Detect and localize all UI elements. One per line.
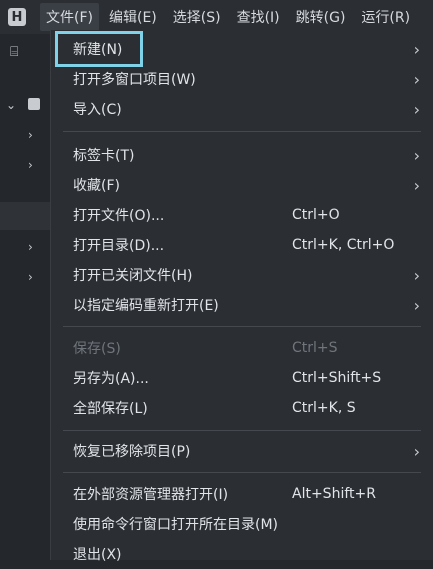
chevron-right-icon: ›: [413, 265, 420, 285]
menu-item-label: 打开文件(O)...: [73, 208, 165, 224]
menu-item-open-multi-window[interactable]: 打开多窗口项目(W) ›: [51, 64, 433, 94]
chevron-right-icon[interactable]: ›: [28, 158, 33, 172]
chevron-right-icon[interactable]: ›: [28, 240, 33, 254]
menu-item-reopen-encoding[interactable]: 以指定编码重新打开(E) ›: [51, 290, 433, 320]
menu-separator: [63, 472, 421, 473]
chevron-right-icon: ›: [413, 145, 420, 165]
chevron-right-icon: ›: [413, 99, 420, 119]
menu-select[interactable]: 选择(S): [167, 3, 227, 31]
menu-item-save-as[interactable]: 另存为(A)... Ctrl+Shift+S: [51, 363, 433, 393]
chevron-right-icon: ›: [413, 39, 420, 59]
menu-item-restore-removed[interactable]: 恢复已移除项目(P) ›: [51, 436, 433, 466]
menu-item-label: 以指定编码重新打开(E): [73, 298, 219, 314]
chevron-right-icon: ›: [413, 295, 420, 315]
chevron-right-icon: ›: [413, 69, 420, 89]
menu-item-shortcut: Ctrl+K, S: [292, 400, 356, 416]
menu-item-open-file[interactable]: 打开文件(O)... Ctrl+O: [51, 200, 433, 230]
menu-find[interactable]: 查找(I): [231, 3, 286, 31]
menu-item-shortcut: Ctrl+O: [292, 207, 340, 223]
menu-item-exit[interactable]: 退出(X): [51, 539, 433, 569]
menu-item-shortcut: Ctrl+Shift+S: [292, 370, 382, 386]
menu-separator: [63, 326, 421, 327]
menu-item-label: 标签卡(T): [73, 148, 135, 164]
menu-item-label: 另存为(A)...: [73, 371, 149, 387]
file-menu-dropdown: 新建(N) › 打开多窗口项目(W) › 导入(C) › 标签卡(T) › 收藏…: [50, 30, 433, 563]
menu-item-open-in-explorer[interactable]: 在外部资源管理器打开(I) Alt+Shift+R: [51, 479, 433, 509]
menu-item-label: 新建(N): [73, 42, 123, 58]
hbuilder-logo-icon[interactable]: H: [8, 8, 26, 26]
menu-item-label: 导入(C): [73, 102, 122, 118]
menu-item-new[interactable]: 新建(N) ›: [51, 34, 433, 64]
menu-separator: [63, 131, 421, 132]
menu-item-open-closed-file[interactable]: 打开已关闭文件(H) ›: [51, 260, 433, 290]
sidebar: ⌸ ⌄ › › › ›: [0, 34, 50, 560]
chevron-right-icon[interactable]: ›: [28, 128, 33, 142]
menu-item-label: 在外部资源管理器打开(I): [73, 487, 229, 503]
menu-item-save[interactable]: 保存(S) Ctrl+S: [51, 333, 433, 363]
menu-item-shortcut: Ctrl+S: [292, 340, 338, 356]
menu-item-label: 恢复已移除项目(P): [73, 444, 191, 460]
menu-item-shortcut: Ctrl+K, Ctrl+O: [292, 237, 395, 253]
menu-item-label: 打开目录(D)...: [73, 238, 165, 254]
tree-selection: [0, 202, 50, 230]
menubar: H 文件(F) 编辑(E) 选择(S) 查找(I) 跳转(G) 运行(R): [0, 0, 433, 34]
project-icon: [28, 98, 40, 110]
menu-item-open-folder[interactable]: 打开目录(D)... Ctrl+K, Ctrl+O: [51, 230, 433, 260]
menu-item-label: 退出(X): [73, 547, 122, 563]
menu-item-tabs[interactable]: 标签卡(T) ›: [51, 140, 433, 170]
menu-item-label: 全部保存(L): [73, 401, 148, 417]
menu-item-import[interactable]: 导入(C) ›: [51, 94, 433, 124]
menu-file[interactable]: 文件(F): [40, 3, 99, 31]
chevron-right-icon: ›: [413, 175, 420, 195]
menu-item-save-all[interactable]: 全部保存(L) Ctrl+K, S: [51, 393, 433, 423]
chevron-right-icon: ›: [413, 441, 420, 461]
cursor-icon[interactable]: ⌸: [10, 44, 18, 60]
chevron-down-icon[interactable]: ⌄: [6, 98, 16, 112]
menu-item-label: 收藏(F): [73, 178, 120, 194]
menu-item-shortcut: Alt+Shift+R: [292, 486, 376, 502]
menu-separator: [63, 430, 421, 431]
menu-item-label: 打开多窗口项目(W): [73, 72, 196, 88]
menu-run[interactable]: 运行(R): [355, 3, 416, 31]
menu-item-label: 打开已关闭文件(H): [73, 268, 193, 284]
menu-item-open-cmd-window[interactable]: 使用命令行窗口打开所在目录(M): [51, 509, 433, 539]
chevron-right-icon[interactable]: ›: [28, 270, 33, 284]
menu-goto[interactable]: 跳转(G): [290, 3, 352, 31]
menu-item-label: 保存(S): [73, 341, 121, 357]
menu-item-favorites[interactable]: 收藏(F) ›: [51, 170, 433, 200]
menu-edit[interactable]: 编辑(E): [103, 3, 163, 31]
menu-item-label: 使用命令行窗口打开所在目录(M): [73, 517, 279, 533]
